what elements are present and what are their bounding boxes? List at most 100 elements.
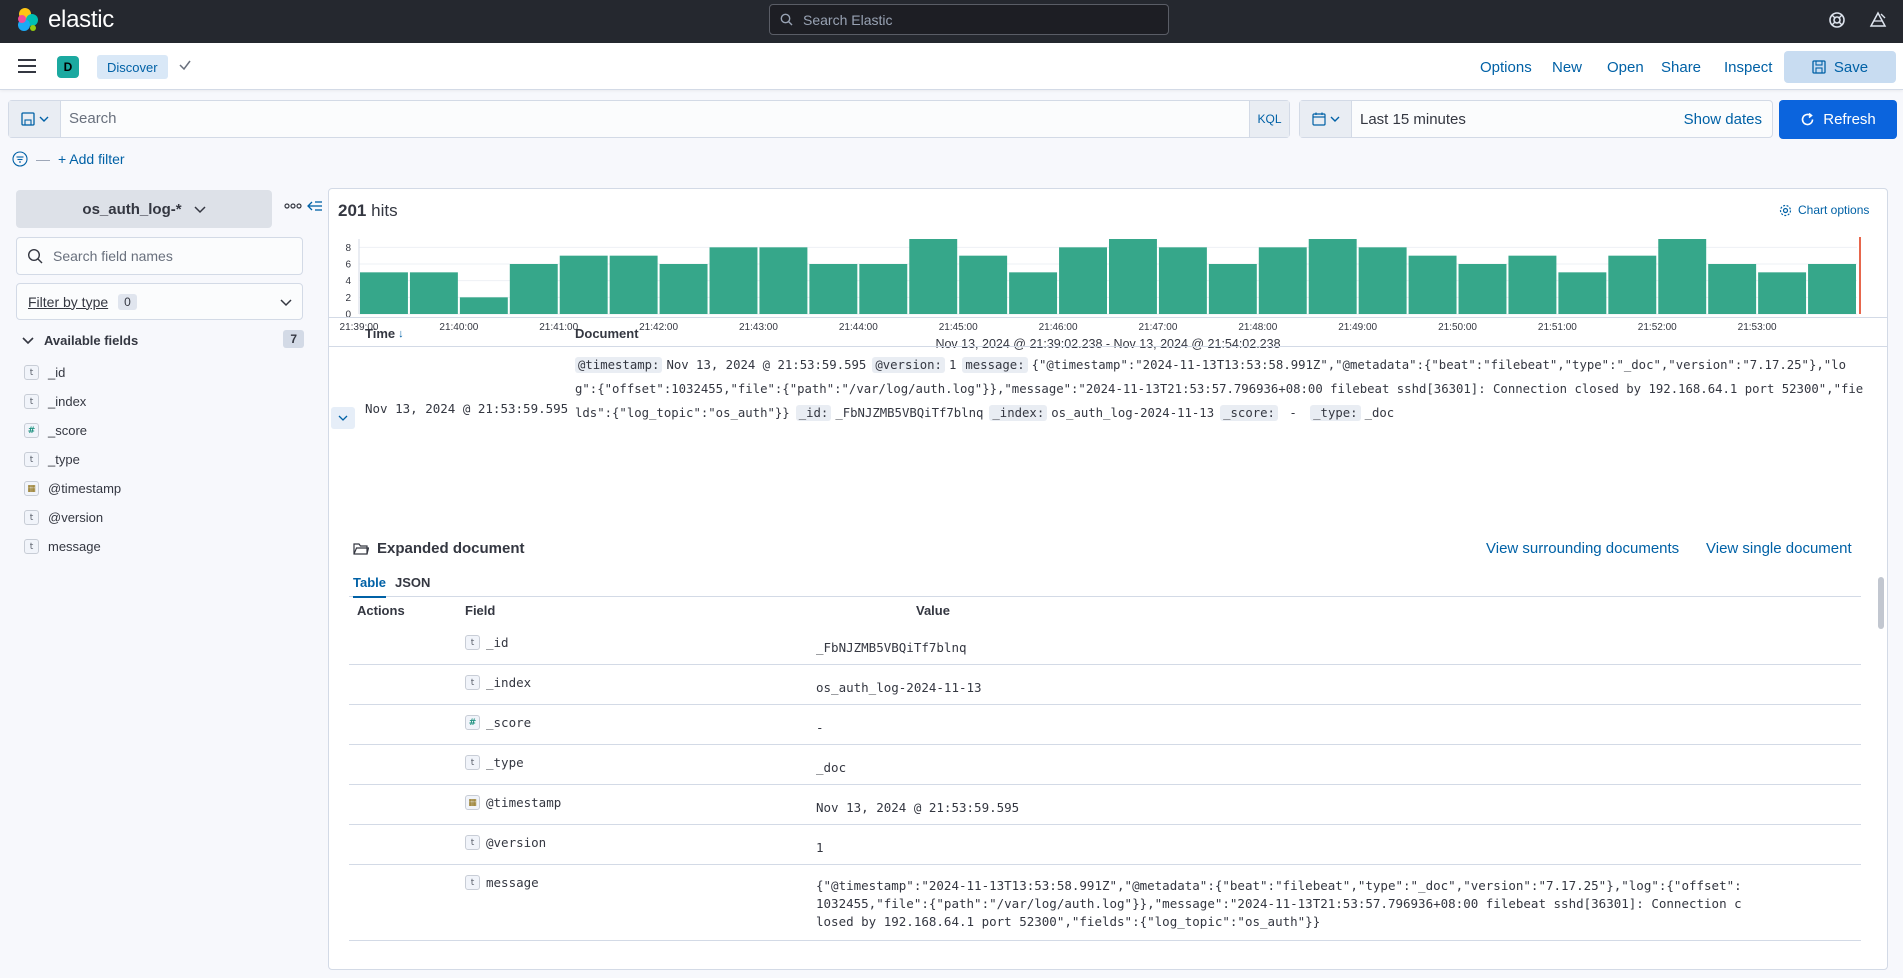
view-single-link[interactable]: View single document: [1706, 540, 1852, 557]
detail-field-value: {"@timestamp":"2024-11-13T13:53:58.991Z"…: [816, 878, 1742, 929]
new-link[interactable]: New: [1552, 59, 1582, 76]
more-options-icon[interactable]: [284, 203, 302, 209]
table-row: Nov 13, 2024 @ 21:53:59.595 @timestamp: N…: [329, 351, 1869, 429]
histogram-bar[interactable]: [1658, 239, 1707, 314]
field-name: @timestamp: [48, 481, 122, 496]
histogram-bar[interactable]: [1059, 247, 1107, 314]
hamburger-menu-icon[interactable]: [17, 57, 37, 75]
histogram-bar[interactable]: [409, 272, 458, 314]
filter-options-icon[interactable]: [12, 151, 28, 167]
sidebar-field-item[interactable]: t @version: [24, 503, 304, 532]
detail-row: t _id _FbNJZMB5VBQiTf7blnq: [349, 625, 1861, 665]
detail-field: t _id: [465, 635, 509, 650]
space-avatar[interactable]: D: [57, 56, 79, 78]
newsfeed-icon[interactable]: [1868, 10, 1888, 30]
help-icon[interactable]: [1827, 10, 1847, 30]
filter-divider: —: [36, 151, 50, 167]
histogram-bar[interactable]: [1758, 272, 1807, 314]
histogram-bar[interactable]: [360, 272, 408, 314]
y-tick-label: 6: [345, 260, 351, 271]
breadcrumb-discover[interactable]: Discover: [97, 55, 168, 79]
histogram-bar[interactable]: [1408, 255, 1457, 314]
histogram-bar[interactable]: [909, 239, 958, 314]
histogram-bar[interactable]: [759, 247, 808, 314]
histogram-bar[interactable]: [959, 255, 1008, 314]
string-type-icon: t: [24, 394, 39, 409]
open-link[interactable]: Open: [1607, 59, 1644, 76]
show-dates-link[interactable]: Show dates: [1684, 111, 1762, 128]
detail-field-value: -: [816, 720, 824, 735]
chart-options-button[interactable]: Chart options: [1779, 203, 1869, 217]
sidebar-field-item[interactable]: # _score: [24, 416, 304, 445]
detail-field-value: 1: [816, 840, 824, 855]
histogram-bar[interactable]: [559, 255, 608, 314]
histogram-bar[interactable]: [1458, 264, 1507, 314]
tab-json[interactable]: JSON: [395, 575, 430, 590]
y-tick-label: 4: [345, 276, 351, 287]
histogram-bar[interactable]: [859, 264, 908, 314]
field-search-input[interactable]: Search field names: [16, 237, 303, 275]
index-pattern-selector[interactable]: os_auth_log-*: [16, 190, 272, 228]
histogram-bar[interactable]: [1808, 264, 1856, 314]
histogram-bar[interactable]: [659, 264, 708, 314]
histogram-bar[interactable]: [809, 264, 858, 314]
save-query-icon: [20, 112, 35, 126]
options-link[interactable]: Options: [1480, 59, 1532, 76]
save-button[interactable]: Save: [1784, 51, 1896, 83]
histogram-bar[interactable]: [1558, 272, 1607, 314]
histogram-bar[interactable]: [509, 264, 558, 314]
time-column-header[interactable]: Time ↓: [365, 326, 404, 341]
filter-by-type-button[interactable]: Filter by type 0: [16, 283, 303, 320]
histogram-bar[interactable]: [459, 297, 508, 314]
global-search-input[interactable]: Search Elastic: [769, 4, 1169, 35]
kql-language-button[interactable]: KQL: [1249, 101, 1289, 137]
collapse-row-button[interactable]: [331, 407, 355, 429]
histogram-bar[interactable]: [1608, 255, 1657, 314]
inspect-link[interactable]: Inspect: [1724, 59, 1772, 76]
expanded-document-label: Expanded document: [377, 540, 525, 557]
chart-options-label: Chart options: [1798, 203, 1870, 217]
histogram-bar[interactable]: [1258, 247, 1307, 314]
available-fields-toggle[interactable]: Available fields 7: [22, 330, 304, 350]
histogram-bar[interactable]: [709, 247, 758, 314]
histogram-bar[interactable]: [609, 255, 658, 314]
doc-field-value: _FbNJZMB5VBQiTf7blnq: [835, 406, 984, 420]
refresh-button[interactable]: Refresh: [1779, 100, 1897, 139]
doc-field-key: _type:: [1310, 405, 1361, 421]
row-document-summary: @timestamp: Nov 13, 2024 @ 21:53:59.595 @v…: [575, 353, 1865, 425]
field-name: @version: [48, 510, 104, 525]
document-detail-table: Actions Field Value t _id _FbNJZMB5VBQiTf7…: [349, 599, 1861, 941]
detail-field-value: _doc: [816, 760, 847, 775]
sidebar-field-item[interactable]: t message: [24, 532, 304, 561]
sidebar-field-item[interactable]: t _id: [24, 358, 304, 387]
string-type-icon: t: [465, 755, 480, 770]
hits-count: 201 hits: [338, 201, 398, 221]
quick-date-menu-button[interactable]: [1300, 101, 1352, 137]
calendar-icon: [1311, 112, 1326, 126]
sidebar-field-item[interactable]: ▦ @timestamp: [24, 474, 304, 503]
detail-field-name: _score: [486, 715, 532, 730]
histogram-bar[interactable]: [1358, 247, 1407, 314]
sidebar-field-item[interactable]: t _type: [24, 445, 304, 474]
query-input[interactable]: Search: [69, 110, 117, 127]
view-surrounding-link[interactable]: View surrounding documents: [1486, 540, 1679, 557]
histogram-bar[interactable]: [1508, 255, 1557, 314]
date-range-label[interactable]: Last 15 minutes: [1360, 111, 1466, 128]
histogram-bar[interactable]: [1308, 239, 1357, 314]
scrollbar-thumb[interactable]: [1878, 577, 1884, 629]
histogram-bar[interactable]: [1708, 264, 1757, 314]
histogram-bar[interactable]: [1109, 239, 1157, 314]
refresh-label: Refresh: [1823, 111, 1876, 128]
saved-query-menu-button[interactable]: [9, 101, 61, 137]
tab-table[interactable]: Table: [353, 575, 386, 598]
histogram-bar[interactable]: [1009, 272, 1058, 314]
collapse-sidebar-icon[interactable]: [307, 200, 323, 214]
histogram-bar[interactable]: [1208, 264, 1257, 314]
elastic-logo[interactable]: elastic: [16, 6, 114, 34]
histogram-bar[interactable]: [1158, 247, 1207, 314]
document-column-header: Document: [575, 326, 639, 341]
share-link[interactable]: Share: [1661, 59, 1701, 76]
sidebar-field-item[interactable]: t _index: [24, 387, 304, 416]
chevron-down-icon: [39, 116, 48, 122]
add-filter-button[interactable]: + Add filter: [58, 151, 125, 167]
